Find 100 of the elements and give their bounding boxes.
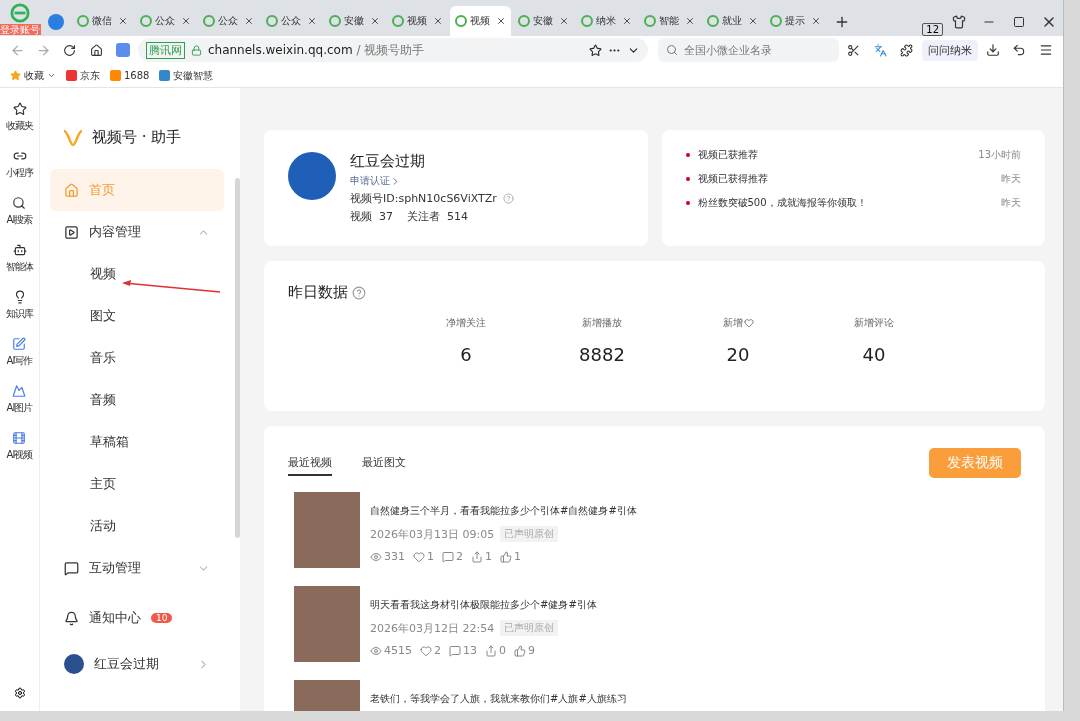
heart-icon — [413, 550, 425, 563]
video-stat: 4515 — [384, 644, 412, 657]
rail-icon[interactable] — [12, 102, 27, 116]
browser-tab[interactable]: 纳米 — [576, 6, 637, 36]
tab-icon — [644, 15, 656, 27]
browser-tab[interactable]: 公众 — [135, 6, 196, 36]
rail-label[interactable]: AI图片 — [6, 401, 33, 415]
tab-icon — [140, 15, 152, 27]
notice-text[interactable]: 粉丝数突破500，成就海报等你领取！ — [697, 196, 867, 210]
close-icon[interactable] — [118, 16, 128, 26]
rail-icon[interactable] — [12, 196, 27, 210]
nav-item[interactable]: 活动 — [50, 505, 224, 547]
view-icon — [370, 550, 382, 563]
close-icon[interactable] — [433, 16, 443, 26]
nav-item[interactable]: 音频 — [50, 379, 224, 421]
settings-icon[interactable] — [13, 687, 26, 699]
video-title[interactable]: 自然健身三个半月，看看我能拉多少个引体#自然健身#引体 — [370, 504, 637, 518]
metric-value: 20 — [726, 344, 750, 365]
close-icon[interactable] — [748, 16, 758, 26]
profile-name: 红豆会过期 — [350, 152, 426, 171]
metric-label: 净增关注 — [446, 316, 486, 330]
rail-icon[interactable] — [12, 149, 27, 163]
browser-tab[interactable]: 智能 — [639, 6, 700, 36]
bookmark[interactable]: 京东 — [80, 68, 100, 83]
video-date: 2026年03月12日 22:54 — [370, 620, 495, 636]
notice-time: 13小时前 — [978, 148, 1021, 162]
content-tab[interactable]: 最近图文 — [362, 450, 406, 476]
close-icon[interactable] — [811, 16, 821, 26]
share-icon — [471, 550, 483, 563]
rail-label[interactable]: 收藏夹 — [6, 119, 33, 133]
rail-label[interactable]: 小程序 — [6, 166, 33, 180]
close-icon[interactable] — [244, 16, 254, 26]
browser-tab[interactable]: 安徽 — [513, 6, 574, 36]
video-title[interactable]: 老铁们，等我学会了人旗，我就来教你们#人旗#人旗练习 — [370, 692, 627, 706]
browser-tab[interactable]: 微信 — [72, 6, 133, 36]
search-icon — [665, 44, 678, 56]
brand-logo-icon — [62, 128, 84, 147]
brand-title: 视频号 · 助手 — [92, 128, 182, 147]
comment-icon — [442, 550, 454, 563]
rail-label[interactable]: AI视频 — [6, 448, 33, 462]
rail-label[interactable]: 智能体 — [6, 260, 33, 274]
tab-count[interactable]: 12 — [922, 23, 943, 36]
bookmark[interactable]: 安徽智慧 — [173, 68, 214, 83]
caret-icon[interactable] — [47, 71, 56, 80]
user-name[interactable]: 红豆会过期 — [94, 655, 159, 673]
browser-tab[interactable]: 公众 — [198, 6, 259, 36]
site-icon — [159, 70, 171, 81]
nav-item[interactable]: 图文 — [50, 295, 224, 337]
search-field[interactable]: 全国小微企业名录 — [657, 38, 839, 62]
video-title[interactable]: 明天看看我这身材引体极限能拉多少个#健身#引体 — [370, 598, 597, 612]
login-badge: 登录账号 — [0, 24, 41, 35]
metric-value: 8882 — [579, 344, 625, 365]
nav-item[interactable]: 互动管理 — [50, 547, 224, 589]
browser-tab[interactable]: 安徽 — [324, 6, 385, 36]
browser-tab[interactable]: 提示 — [765, 6, 826, 36]
rail-label[interactable]: AI写作 — [6, 354, 33, 368]
rail-label[interactable]: AI搜索 — [6, 213, 33, 227]
nav-item[interactable]: 视频 — [50, 253, 224, 295]
video-date: 2026年03月13日 09:05 — [370, 526, 495, 542]
close-icon[interactable] — [559, 16, 569, 26]
bullet-dot — [685, 153, 690, 157]
tab-icon — [392, 15, 404, 27]
metric-label: 新增 — [722, 316, 754, 330]
original-badge: 已声明原创 — [500, 620, 559, 636]
notice-text[interactable]: 视频已获推荐 — [697, 148, 758, 162]
tab-icon — [707, 15, 719, 27]
profile-stat: 关注者 514 — [407, 209, 468, 224]
bookmark[interactable]: 收藏 — [24, 68, 44, 83]
browser-tab[interactable]: 就业 — [702, 6, 763, 36]
assistant-button[interactable]: 问问纳米 — [921, 39, 978, 61]
close-icon[interactable] — [307, 16, 317, 26]
address-bar[interactable]: 腾讯网 channels.weixin.qq.com / 视频号助手 — [137, 38, 648, 62]
browser-tab[interactable]: 视频 — [387, 6, 448, 36]
close-icon[interactable] — [370, 16, 380, 26]
help-icon[interactable] — [352, 285, 366, 300]
channel-id: 视频号ID:sphN10cS6ViXTZr — [350, 191, 497, 206]
site-label: 腾讯网 — [145, 41, 185, 59]
bookmark[interactable]: 1688 — [124, 70, 150, 81]
content-tab[interactable]: 最近视频 — [288, 450, 332, 476]
nav-item[interactable]: 草稿箱 — [50, 421, 224, 463]
comment-icon — [449, 644, 461, 657]
nav-item[interactable]: 内容管理 — [50, 211, 224, 253]
close-icon[interactable] — [181, 16, 191, 26]
nav-item[interactable]: 主页 — [50, 463, 224, 505]
close-icon[interactable] — [622, 16, 632, 26]
verify-link[interactable]: 申请认证 — [350, 174, 514, 188]
original-badge: 已声明原创 — [500, 526, 559, 542]
nav-item[interactable]: 音乐 — [50, 337, 224, 379]
close-icon[interactable] — [685, 16, 695, 26]
browser-tab[interactable]: 公众 — [261, 6, 322, 36]
close-icon[interactable] — [496, 16, 506, 26]
rail-icon[interactable] — [12, 243, 27, 257]
rail-label[interactable]: 知识库 — [6, 307, 33, 321]
nav-item[interactable]: 通知中心 — [89, 609, 141, 627]
video-stat: 1 — [427, 550, 434, 563]
browser-tab[interactable]: 视频 — [450, 6, 511, 36]
notice-text[interactable]: 视频已获得推荐 — [697, 172, 768, 186]
star-icon[interactable] — [588, 43, 602, 57]
browser-logo-icon — [10, 3, 30, 23]
notice-time: 昨天 — [1001, 196, 1021, 210]
